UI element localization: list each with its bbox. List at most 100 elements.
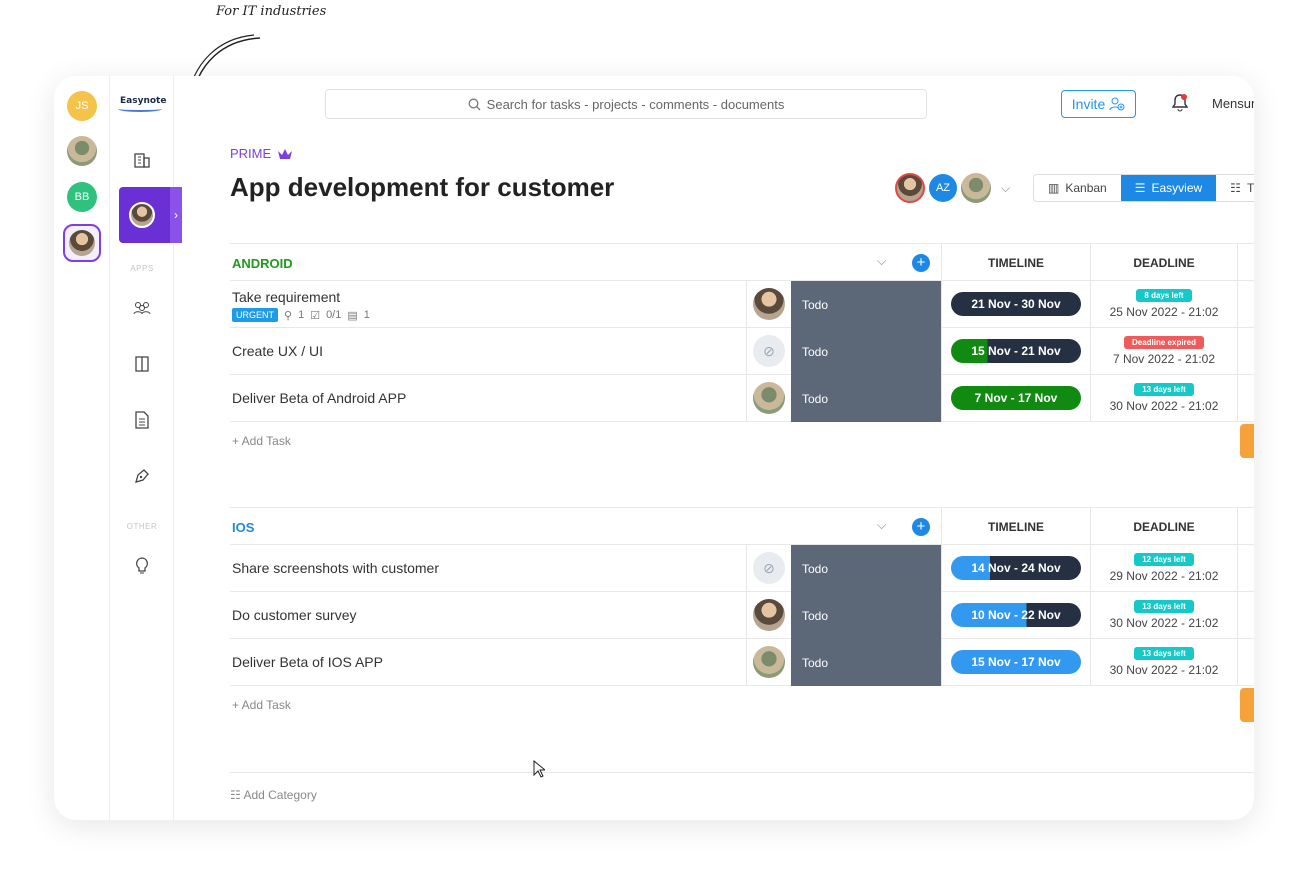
deadline-cell[interactable]: 8 days left 25 Nov 2022 - 21:02 bbox=[1090, 281, 1238, 327]
chevron-right-icon: › bbox=[170, 187, 182, 243]
deadline-cell[interactable]: 13 days left 30 Nov 2022 - 21:02 bbox=[1090, 639, 1238, 685]
assignee-cell[interactable] bbox=[746, 375, 791, 421]
workspace-bb[interactable]: BB bbox=[67, 182, 97, 212]
side-handle[interactable] bbox=[1240, 424, 1254, 458]
avatar[interactable] bbox=[961, 173, 991, 203]
task-name[interactable]: Share screenshots with customer bbox=[232, 560, 439, 576]
building-icon[interactable] bbox=[130, 148, 154, 172]
deadline-badge: Deadline expired bbox=[1123, 336, 1205, 349]
add-category-link[interactable]: ☷ Add Category bbox=[230, 772, 1254, 802]
avatar bbox=[753, 382, 785, 414]
avatar bbox=[753, 646, 785, 678]
deadline-date: 25 Nov 2022 - 21:02 bbox=[1109, 305, 1219, 319]
lightbulb-icon[interactable] bbox=[130, 554, 154, 578]
status-cell[interactable]: Todo bbox=[791, 639, 941, 686]
add-category-label: Add Category bbox=[243, 788, 317, 802]
table-row[interactable]: Deliver Beta of Android APP Todo 7 Nov -… bbox=[230, 375, 1254, 422]
book-icon[interactable] bbox=[130, 352, 154, 376]
chevron-down-icon[interactable]: ⌵ bbox=[877, 518, 886, 533]
checklist-icon: ☑ bbox=[310, 309, 321, 322]
document-icon[interactable] bbox=[130, 408, 154, 432]
table-row[interactable]: Create UX / UI ⊘ Todo 15 Nov - 21 Nov De… bbox=[230, 328, 1254, 375]
group-ios: IOS ⌵ + TIMELINE DEADLINE Share screensh… bbox=[230, 507, 1254, 712]
avatar bbox=[753, 599, 785, 631]
team-icon[interactable] bbox=[130, 296, 154, 320]
status-cell[interactable]: Todo bbox=[791, 328, 941, 375]
status-cell[interactable]: Todo bbox=[791, 545, 941, 592]
task-name[interactable]: Do customer survey bbox=[232, 607, 356, 623]
annotation-text: For IT industries bbox=[216, 4, 327, 19]
table-row[interactable]: Deliver Beta of IOS APP Todo 15 Nov - 17… bbox=[230, 639, 1254, 686]
col-timeline: TIMELINE bbox=[941, 508, 1090, 545]
avatar-az[interactable]: AZ bbox=[929, 174, 957, 202]
assignee-cell[interactable] bbox=[746, 592, 791, 638]
status-cell[interactable]: Todo bbox=[791, 281, 941, 328]
timeline-pill: 14 Nov - 24 Nov bbox=[951, 556, 1081, 580]
workspace-js[interactable]: JS bbox=[67, 91, 97, 121]
search-input[interactable]: Search for tasks - projects - comments -… bbox=[325, 89, 927, 119]
pen-icon[interactable] bbox=[130, 464, 154, 488]
deadline-cell[interactable]: 13 days left 30 Nov 2022 - 21:02 bbox=[1090, 375, 1238, 421]
group-name[interactable]: ANDROID bbox=[232, 256, 293, 271]
timeline-cell[interactable]: 14 Nov - 24 Nov bbox=[941, 545, 1090, 591]
timeline-cell[interactable]: 10 Nov - 22 Nov bbox=[941, 592, 1090, 638]
invite-button[interactable]: Invite bbox=[1061, 90, 1136, 118]
avatar bbox=[753, 288, 785, 320]
chevron-down-icon[interactable]: ⌵ bbox=[877, 254, 886, 269]
deadline-date: 29 Nov 2022 - 21:02 bbox=[1109, 569, 1219, 583]
add-task-plus-button[interactable]: + bbox=[912, 254, 930, 272]
deadline-cell[interactable]: 13 days left 30 Nov 2022 - 21:02 bbox=[1090, 592, 1238, 638]
table-row[interactable]: Share screenshots with customer ⊘ Todo 1… bbox=[230, 545, 1254, 592]
deadline-cell[interactable]: 12 days left 29 Nov 2022 - 21:02 bbox=[1090, 545, 1238, 591]
active-project-button[interactable]: › bbox=[119, 187, 182, 243]
side-handle[interactable] bbox=[1240, 688, 1254, 722]
col-timeline: TIMELINE bbox=[941, 244, 1090, 281]
table-row[interactable]: Take requirement URGENT ⚲ 1 ☑ 0/1 ▤ 1 Todo … bbox=[230, 281, 1254, 328]
assignee-cell[interactable] bbox=[746, 639, 791, 685]
view-label: T bbox=[1246, 181, 1254, 195]
table-row[interactable]: Do customer survey Todo 10 Nov - 22 Nov … bbox=[230, 592, 1254, 639]
timeline-cell[interactable]: 21 Nov - 30 Nov bbox=[941, 281, 1090, 327]
group-name[interactable]: IOS bbox=[232, 520, 254, 535]
group-android: ANDROID ⌵ + TIMELINE DEADLINE Take requi… bbox=[230, 243, 1254, 448]
workspace-avatar[interactable] bbox=[67, 136, 97, 166]
timeline-pill: 7 Nov - 17 Nov bbox=[951, 386, 1081, 410]
timeline-cell[interactable]: 7 Nov - 17 Nov bbox=[941, 375, 1090, 421]
view-kanban[interactable]: ▥ Kanban bbox=[1034, 175, 1121, 201]
avatar[interactable] bbox=[895, 173, 925, 203]
timeline-cell[interactable]: 15 Nov - 21 Nov bbox=[941, 328, 1090, 374]
assignee-cell[interactable]: ⊘ bbox=[746, 545, 791, 591]
deadline-date: 7 Nov 2022 - 21:02 bbox=[1112, 352, 1216, 366]
member-avatars[interactable]: AZ ⌵ bbox=[895, 173, 1010, 203]
workspace-rail: JS BB bbox=[54, 76, 110, 820]
user-name[interactable]: Mensur bbox=[1212, 96, 1254, 111]
attachment-count: 1 bbox=[298, 309, 305, 321]
app-sidebar: Easynote › APPS OTHER bbox=[110, 76, 182, 820]
comment-count: 1 bbox=[363, 309, 370, 321]
deadline-cell[interactable]: Deadline expired 7 Nov 2022 - 21:02 bbox=[1090, 328, 1238, 374]
add-task-plus-button[interactable]: + bbox=[912, 518, 930, 536]
paperclip-icon: ⚲ bbox=[284, 309, 293, 322]
chevron-down-icon[interactable]: ⌵ bbox=[1001, 181, 1010, 196]
kanban-icon: ▥ bbox=[1048, 181, 1060, 195]
task-name[interactable]: Take requirement bbox=[232, 289, 340, 305]
add-task-link[interactable]: + Add Task bbox=[232, 698, 291, 712]
view-other[interactable]: ☷ T bbox=[1216, 175, 1254, 201]
crown-icon bbox=[278, 148, 293, 159]
assignee-cell[interactable]: ⊘ bbox=[746, 328, 791, 374]
view-easyview[interactable]: ☰ Easyview bbox=[1120, 175, 1217, 201]
task-name[interactable]: Deliver Beta of IOS APP bbox=[232, 654, 383, 670]
deadline-badge: 12 days left bbox=[1134, 553, 1194, 566]
bell-icon[interactable] bbox=[1171, 93, 1189, 113]
add-task-link[interactable]: + Add Task bbox=[232, 434, 291, 448]
deadline-badge: 13 days left bbox=[1134, 383, 1194, 396]
task-name[interactable]: Create UX / UI bbox=[232, 343, 323, 359]
status-cell[interactable]: Todo bbox=[791, 592, 941, 639]
status-cell[interactable]: Todo bbox=[791, 375, 941, 422]
prime-badge: PRIME bbox=[230, 146, 293, 161]
timeline-cell[interactable]: 15 Nov - 17 Nov bbox=[941, 639, 1090, 685]
workspace-selected[interactable] bbox=[63, 224, 101, 262]
assignee-cell[interactable] bbox=[746, 281, 791, 327]
apps-label: APPS bbox=[130, 264, 154, 273]
task-name[interactable]: Deliver Beta of Android APP bbox=[232, 390, 406, 406]
